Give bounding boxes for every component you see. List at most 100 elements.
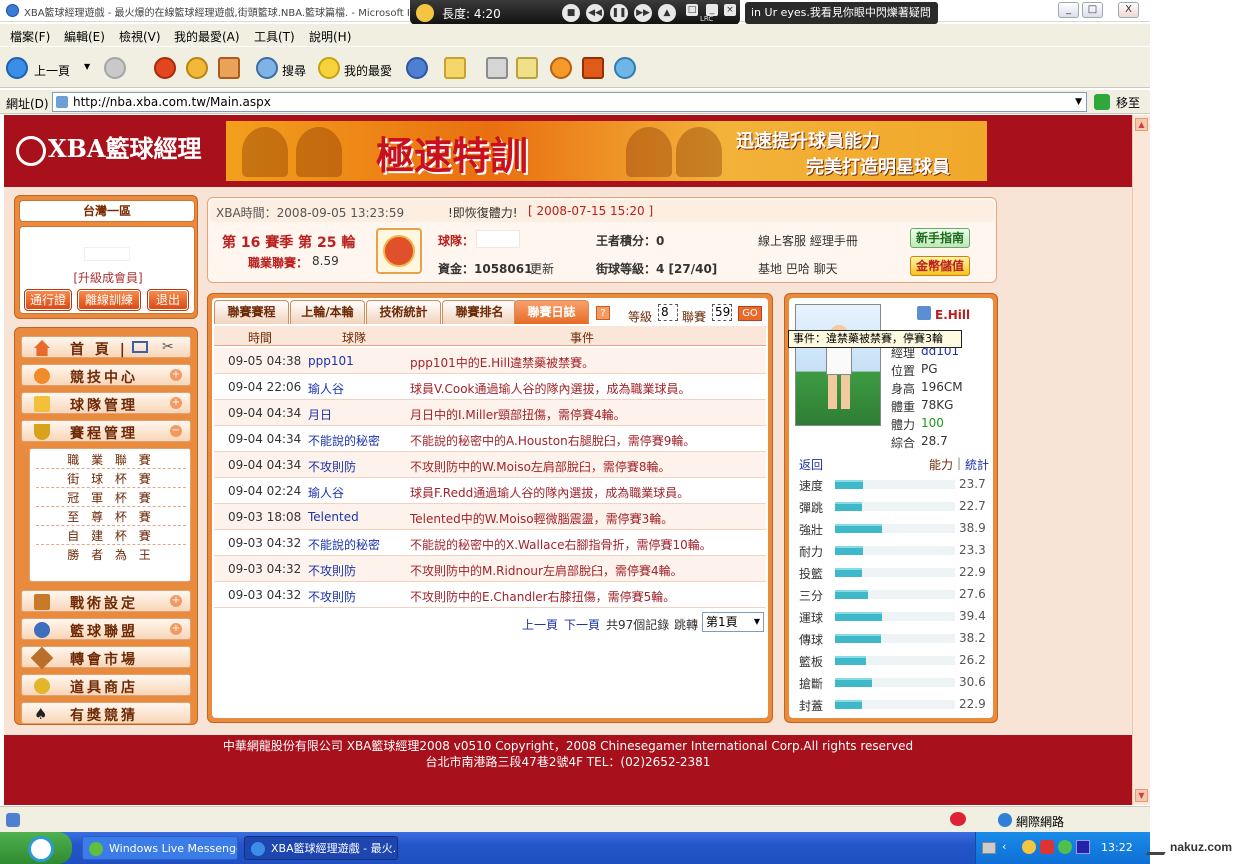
row-team-link[interactable]: 瑜人谷 — [308, 380, 344, 397]
row-team-link[interactable]: ppp101 — [308, 354, 354, 368]
row-team-link[interactable]: 不攻則防 — [308, 588, 356, 605]
home-icon[interactable] — [218, 57, 240, 79]
address-input[interactable]: http://nba.xba.com.tw/Main.aspx ▼ — [52, 92, 1087, 112]
start-button[interactable] — [0, 832, 72, 864]
scroll-up-icon[interactable]: ▲ — [1135, 118, 1148, 131]
go-arrow-icon[interactable] — [1094, 94, 1110, 110]
submenu-champion-cup[interactable]: 冠 軍 杯 賽 — [36, 489, 186, 507]
back-icon[interactable] — [6, 57, 28, 79]
player-name[interactable]: E.Hill — [935, 308, 970, 322]
menu-tools[interactable]: 工具(T) — [254, 28, 295, 45]
player-close-icon[interactable]: × — [724, 4, 736, 16]
tab-tech-stats[interactable]: 技術統計 — [366, 300, 441, 324]
league-no-input[interactable]: 59 — [712, 304, 732, 321]
go-button[interactable]: GO — [738, 306, 762, 321]
nav-shop[interactable]: 道具商店 — [21, 674, 191, 696]
favorites-button[interactable]: 我的最愛 — [344, 62, 392, 79]
network-icon[interactable] — [1076, 840, 1090, 854]
search-button[interactable]: 搜尋 — [282, 62, 306, 79]
team-emblem[interactable] — [376, 228, 422, 274]
favorites-star-icon[interactable] — [318, 57, 340, 79]
expand-icon[interactable]: + — [170, 369, 182, 381]
row-team-link[interactable]: 不能說的秘密 — [308, 432, 380, 449]
submenu-winner-king[interactable]: 勝 者 為 王 — [36, 546, 186, 564]
row-team-link[interactable]: Telented — [308, 510, 359, 524]
player-tray-icon[interactable] — [1022, 840, 1036, 854]
tray-expand-icon[interactable]: ‹ — [1002, 840, 1006, 853]
menu-edit[interactable]: 編輯(E) — [64, 28, 105, 45]
refresh-funds-link[interactable]: 更新 — [530, 260, 554, 277]
submenu-supreme-cup[interactable]: 至 尊 杯 賽 — [36, 508, 186, 526]
edit-icon[interactable] — [516, 57, 538, 79]
passport-button[interactable]: 通行證 — [24, 289, 72, 311]
antivirus-icon[interactable] — [1040, 840, 1054, 854]
go-button[interactable]: 移至 — [1116, 94, 1140, 111]
nav-team[interactable]: 球隊管理 + — [21, 392, 191, 414]
row-team-link[interactable]: 不攻則防 — [308, 562, 356, 579]
site-logo[interactable]: XBA籃球經理 — [16, 129, 202, 169]
row-team-link[interactable]: 不攻則防 — [308, 458, 356, 475]
nav-tactics[interactable]: 戰術設定 + — [21, 590, 191, 612]
eject-icon[interactable]: ▲ — [658, 4, 676, 22]
refresh-icon[interactable] — [186, 57, 208, 79]
address-dropdown-icon[interactable]: ▼ — [1075, 93, 1082, 111]
rewind-icon[interactable]: ◀◀ — [586, 4, 604, 22]
next-page-link[interactable]: 下一頁 — [564, 616, 600, 633]
media-player[interactable]: 長度: 4:20 ■ ◀◀ ❚❚ ▶▶ ▲ □ _ × LRC — [410, 0, 740, 25]
expand-icon[interactable]: + — [170, 623, 182, 635]
nav-transfer[interactable]: 轉會市場 — [21, 646, 191, 670]
prev-page-link[interactable]: 上一頁 — [522, 616, 558, 633]
vertical-scrollbar[interactable]: ▲ ▼ — [1132, 115, 1150, 805]
tab-round[interactable]: 上輪/本輪 — [290, 300, 365, 324]
task-messenger[interactable]: Windows Live Messenger — [82, 836, 238, 860]
tab-league-schedule[interactable]: 聯賽賽程 — [214, 300, 289, 324]
back-dropdown-icon[interactable]: ▼ — [84, 62, 90, 71]
messenger-tray-icon[interactable] — [1058, 840, 1072, 854]
menu-help[interactable]: 說明(H) — [309, 28, 351, 45]
media-icon[interactable] — [406, 57, 428, 79]
nav-arena[interactable]: 競技中心 + — [21, 364, 191, 386]
submenu-custom-cup[interactable]: 自 建 杯 賽 — [36, 527, 186, 545]
task-browser[interactable]: XBA籃球經理遊戲 - 最火... — [244, 836, 398, 860]
nav-schedule[interactable]: 賽程管理 − — [21, 420, 191, 442]
keyboard-icon[interactable] — [982, 842, 996, 854]
promo-banner[interactable]: 極速特訓 迅速提升球員能力 完美打造明星球員 — [226, 121, 987, 181]
row-team-link[interactable]: 不能說的秘密 — [308, 536, 380, 553]
back-link[interactable]: 返回 — [799, 456, 823, 473]
download-icon[interactable] — [582, 57, 604, 79]
newbie-guide-button[interactable]: 新手指南 — [910, 228, 970, 248]
scroll-down-icon[interactable]: ▼ — [1135, 789, 1148, 802]
community-links[interactable]: 基地 巴哈 聊天 — [758, 260, 838, 277]
menu-file[interactable]: 檔案(F) — [10, 28, 50, 45]
nav-home[interactable]: 首 頁 | ✂ — [21, 336, 191, 358]
pause-icon[interactable]: ❚❚ — [610, 4, 628, 22]
page-select[interactable]: 第1頁 ▼ — [702, 612, 764, 632]
tab-league-rank[interactable]: 聯賽排名 — [442, 300, 517, 324]
nav-league[interactable]: 籃球聯盟 + — [21, 618, 191, 640]
recharge-button[interactable]: 金幣儲值 — [910, 256, 970, 276]
close-button[interactable]: X — [1118, 2, 1139, 18]
upgrade-member-link[interactable]: [升級成會員] — [20, 269, 196, 286]
nav-lottery[interactable]: ♠ 有獎競猜 — [21, 702, 191, 724]
help-links[interactable]: 線上客服 經理手冊 — [758, 232, 858, 249]
collapse-icon[interactable]: − — [170, 425, 182, 437]
logout-button[interactable]: 退出 — [147, 289, 189, 311]
popup-blocked-icon[interactable] — [950, 812, 966, 826]
forward-icon[interactable] — [104, 57, 126, 79]
stats-tab[interactable]: 統計 — [965, 456, 989, 473]
expand-icon[interactable]: + — [170, 397, 182, 409]
help-icon[interactable]: ? — [596, 306, 610, 320]
row-team-link[interactable]: 月日 — [308, 406, 332, 423]
offline-training-button[interactable]: 離線訓練 — [77, 289, 141, 311]
print-icon[interactable] — [486, 57, 508, 79]
menu-view[interactable]: 檢視(V) — [119, 28, 161, 45]
stop-icon[interactable] — [154, 57, 176, 79]
minimize-button[interactable]: _ — [1058, 2, 1079, 18]
ability-tab[interactable]: 能力 — [929, 456, 953, 473]
maximize-button[interactable]: □ — [1082, 2, 1103, 18]
stop-icon[interactable]: ■ — [562, 4, 580, 22]
mail-icon[interactable] — [132, 341, 148, 353]
menu-favorites[interactable]: 我的最愛(A) — [174, 28, 240, 45]
expand-icon[interactable]: + — [170, 595, 182, 607]
level-input[interactable]: 8 — [658, 304, 678, 321]
